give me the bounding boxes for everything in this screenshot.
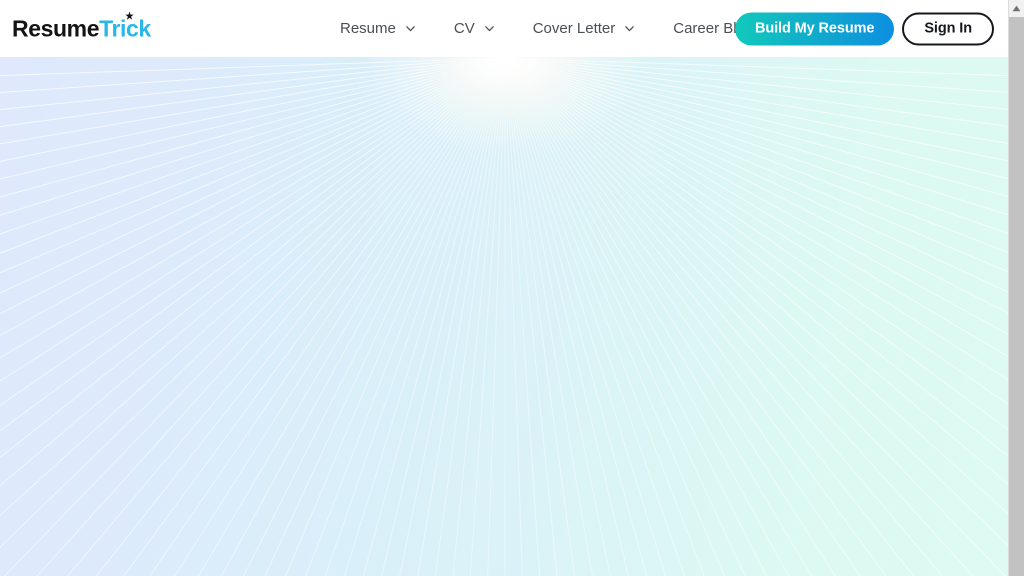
logo-accent-label: Trick <box>99 15 151 41</box>
nav-item-label: Resume <box>340 20 396 37</box>
nav-item-cv[interactable]: CV <box>454 20 495 37</box>
build-my-resume-button[interactable]: Build My Resume <box>735 12 895 45</box>
nav-item-resume[interactable]: Resume <box>340 20 416 37</box>
nav-item-cover-letter[interactable]: Cover Letter <box>533 20 636 37</box>
main-nav: Resume CV Cover Letter Career Blog <box>340 0 753 57</box>
nav-item-label: Cover Letter <box>532 20 616 37</box>
header-actions: Build My Resume Sign In <box>735 12 994 45</box>
logo-accent-text: Trick <box>99 11 151 41</box>
browser-viewport: Resume Trick Resume CV Cover Letter Care… <box>0 0 1024 576</box>
scroll-up-arrow-icon <box>1012 5 1021 11</box>
scroll-up-button[interactable] <box>1009 0 1024 16</box>
hero-vanishing-point-glow <box>365 57 645 158</box>
nav-item-label: CV <box>453 20 475 37</box>
radial-rays-background <box>0 57 1008 576</box>
site-header: Resume Trick Resume CV Cover Letter Care… <box>0 0 1008 57</box>
sign-in-button[interactable]: Sign In <box>902 12 994 45</box>
logo-primary-text: Resume <box>12 15 100 41</box>
vertical-scrollbar[interactable] <box>1008 0 1024 576</box>
chevron-down-icon <box>625 26 635 32</box>
chevron-down-icon <box>406 26 415 32</box>
chevron-down-icon <box>484 26 494 32</box>
scrollbar-thumb[interactable] <box>1009 17 1024 576</box>
hero-section <box>0 57 1008 576</box>
page-content: Resume Trick Resume CV Cover Letter Care… <box>0 0 1008 576</box>
site-logo[interactable]: Resume Trick <box>12 11 151 41</box>
